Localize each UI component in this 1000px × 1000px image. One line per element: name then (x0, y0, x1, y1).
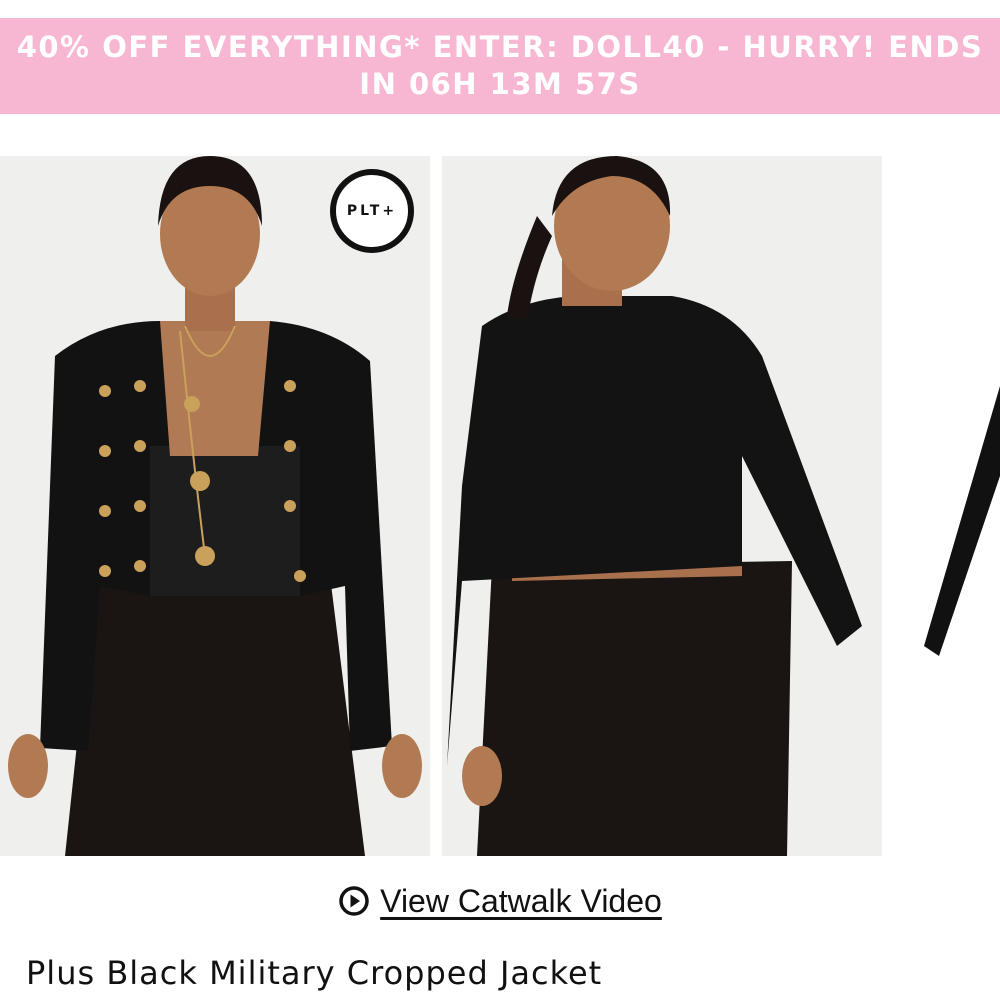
product-image-back[interactable] (442, 156, 882, 856)
view-catwalk-video-link[interactable]: View Catwalk Video (0, 876, 1000, 926)
product-title: Plus Black Military Cropped Jacket (26, 954, 603, 992)
promo-line-1: 40% OFF EVERYTHING* ENTER: DOLL40 - HURR… (16, 30, 984, 64)
promo-line-2: IN 06H 13M 57S (359, 67, 641, 101)
product-image-carousel[interactable]: PLT+ (0, 156, 1000, 856)
product-image-front[interactable]: PLT+ (0, 156, 430, 856)
promo-banner[interactable]: 40% OFF EVERYTHING* ENTER: DOLL40 - HURR… (0, 18, 1000, 114)
view-catwalk-video-label: View Catwalk Video (380, 882, 662, 919)
product-image-side[interactable] (894, 156, 1000, 856)
model-back-illustration (442, 156, 882, 856)
model-side-illustration (894, 156, 1000, 856)
play-circle-icon (339, 886, 369, 916)
plt-plus-badge: PLT+ (330, 169, 414, 253)
model-front-illustration (0, 156, 430, 856)
